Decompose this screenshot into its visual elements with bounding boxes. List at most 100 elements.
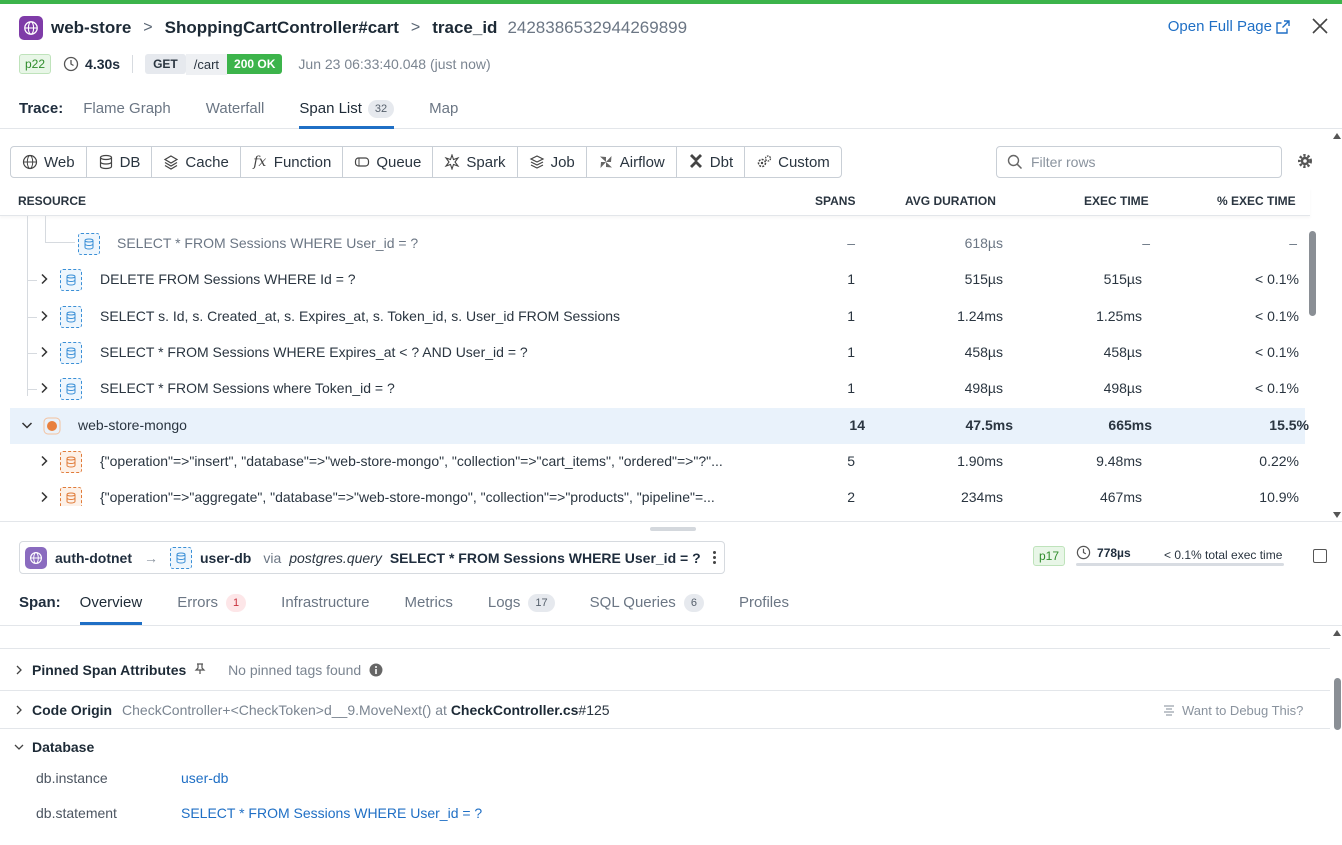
info-icon[interactable]: [369, 663, 383, 680]
tab-map[interactable]: Map: [429, 95, 458, 129]
table-row-group[interactable]: web-store-mongo 14 47.5ms 665ms 15.5%: [10, 408, 1309, 444]
tab-metrics[interactable]: Metrics: [405, 588, 453, 625]
clock-icon: [1076, 545, 1091, 560]
section-title[interactable]: Database: [32, 739, 94, 755]
trace-id-value[interactable]: 2428386532944269899: [507, 18, 687, 38]
chevron-right-icon[interactable]: [14, 705, 24, 715]
filter-queue-button[interactable]: Queue: [343, 147, 434, 177]
row-resource: {"operation"=>"aggregate", "database"=>"…: [100, 489, 715, 505]
table-row[interactable]: SELECT * FROM Sessions where Token_id = …: [0, 371, 1305, 407]
filter-web-button[interactable]: Web: [11, 147, 87, 177]
filter-label: Queue: [376, 153, 422, 171]
more-options-icon[interactable]: [712, 551, 716, 564]
row-pct-exec: 15.5%: [1269, 417, 1309, 433]
code-origin-title: Code Origin: [32, 702, 113, 718]
service-name[interactable]: web-store: [51, 18, 131, 38]
stack-icon: [529, 155, 544, 169]
clock-icon: [63, 56, 79, 72]
scroll-up-arrow[interactable]: [1333, 630, 1341, 636]
tab-waterfall[interactable]: Waterfall: [206, 95, 265, 129]
span-target[interactable]: user-db: [200, 550, 251, 566]
pinned-attributes-section[interactable]: Pinned Span Attributes No pinned tags fo…: [0, 648, 1330, 690]
filter-function-button[interactable]: fx Function: [241, 147, 344, 177]
row-pct-exec: 10.9%: [1259, 489, 1299, 505]
filter-cache-button[interactable]: Cache: [152, 147, 241, 177]
tab-label: Map: [429, 100, 459, 117]
filter-db-button[interactable]: DB: [87, 147, 153, 177]
debug-link-label: Want to Debug This?: [1182, 703, 1304, 718]
tab-errors[interactable]: Errors 1: [177, 588, 247, 625]
tab-label: Infrastructure: [281, 594, 370, 611]
open-full-page-link[interactable]: Open Full Page: [1168, 18, 1290, 35]
gear-icon[interactable]: [1296, 152, 1314, 170]
tab-flame-graph[interactable]: Flame Graph: [83, 95, 171, 129]
collapse-panel-icon[interactable]: [1313, 549, 1327, 563]
close-icon[interactable]: [1310, 16, 1330, 36]
column-spans[interactable]: SPANS: [815, 194, 855, 208]
filter-job-button[interactable]: Job: [518, 147, 587, 177]
span-service[interactable]: auth-dotnet: [55, 550, 132, 566]
tab-span-list[interactable]: Span List 32: [299, 95, 395, 129]
table-row[interactable]: SELECT * FROM Sessions WHERE User_id = ?…: [0, 226, 1305, 262]
airflow-icon: [599, 156, 612, 168]
row-exec-time: 665ms: [1108, 417, 1152, 433]
span-percentile-badge: p17: [1033, 545, 1066, 566]
filter-airflow-button[interactable]: Airflow: [587, 147, 677, 177]
resize-handle[interactable]: [650, 527, 696, 531]
chevron-down-icon[interactable]: [14, 742, 24, 752]
row-pct-exec: < 0.1%: [1255, 380, 1299, 396]
http-path: /cart: [185, 53, 228, 75]
tab-logs[interactable]: Logs 17: [488, 588, 555, 625]
column-pct-exec-time[interactable]: % EXEC TIME: [1217, 194, 1296, 208]
search-input[interactable]: [1031, 154, 1271, 170]
span-operation: postgres.query: [289, 549, 382, 566]
filter-label: Dbt: [709, 153, 734, 171]
status-badge: 200 OK: [227, 54, 283, 74]
table-scrollbar[interactable]: [1309, 231, 1316, 316]
chevron-right-icon[interactable]: [38, 273, 50, 285]
resource-name[interactable]: ShoppingCartController#cart: [165, 18, 399, 38]
section-title: Code Origin CheckController+<CheckToken>…: [32, 702, 610, 718]
table-row[interactable]: {"operation"=>"aggregate", "database"=>"…: [0, 480, 1305, 506]
scroll-down-arrow[interactable]: [1333, 512, 1341, 518]
debug-link[interactable]: Want to Debug This?: [1162, 703, 1303, 718]
tab-sql-queries[interactable]: SQL Queries 6: [590, 588, 704, 625]
layers-icon: [164, 155, 179, 170]
row-avg-duration: 47.5ms: [965, 417, 1013, 433]
row-spans: 1: [847, 271, 855, 287]
column-exec-time[interactable]: EXEC TIME: [1084, 194, 1149, 208]
code-origin-section[interactable]: Code Origin CheckController+<CheckToken>…: [0, 690, 1330, 728]
column-avg-duration[interactable]: AVG DURATION: [905, 194, 996, 208]
trace-meta: p22 4.30s GET /cart 200 OK Jun 23 06:33:…: [19, 52, 491, 76]
filter-rows-search[interactable]: [996, 146, 1282, 178]
database-icon: [60, 269, 82, 291]
filter-spark-button[interactable]: Spark: [433, 147, 518, 177]
details-scrollbar[interactable]: [1334, 678, 1341, 730]
chevron-right-icon[interactable]: [38, 346, 50, 358]
chevron-right-icon[interactable]: [38, 382, 50, 394]
table-row[interactable]: SELECT * FROM Sessions WHERE Expires_at …: [0, 335, 1305, 371]
tab-profiles[interactable]: Profiles: [739, 588, 789, 625]
code-origin-file[interactable]: CheckController.cs: [451, 702, 579, 718]
chevron-right-icon[interactable]: [14, 665, 24, 675]
tab-overview[interactable]: Overview: [79, 588, 143, 625]
chevron-right-icon[interactable]: [38, 310, 50, 322]
attr-value[interactable]: SELECT * FROM Sessions WHERE User_id = ?: [181, 805, 482, 821]
attr-value[interactable]: user-db: [181, 770, 228, 786]
span-tabs-label: Span:: [19, 594, 61, 611]
column-resource[interactable]: RESOURCE: [18, 194, 86, 208]
chevron-right-icon[interactable]: [38, 491, 50, 503]
pin-icon: [194, 662, 208, 678]
scroll-up-arrow[interactable]: [1333, 133, 1341, 139]
chevron-right-icon[interactable]: [38, 455, 50, 467]
filter-dbt-button[interactable]: Dbt: [677, 147, 746, 177]
chevron-down-icon[interactable]: [21, 419, 33, 431]
table-row[interactable]: DELETE FROM Sessions WHERE Id = ? 1 515µ…: [0, 262, 1305, 298]
filter-custom-button[interactable]: Custom: [745, 147, 841, 177]
table-row[interactable]: SELECT s. Id, s. Created_at, s. Expires_…: [0, 299, 1305, 335]
row-avg-duration: 1.24ms: [957, 308, 1003, 324]
tab-infrastructure[interactable]: Infrastructure: [281, 588, 369, 625]
row-avg-duration: 498µs: [964, 380, 1003, 396]
table-row[interactable]: {"operation"=>"insert", "database"=>"web…: [0, 444, 1305, 480]
database-icon: [60, 306, 82, 328]
